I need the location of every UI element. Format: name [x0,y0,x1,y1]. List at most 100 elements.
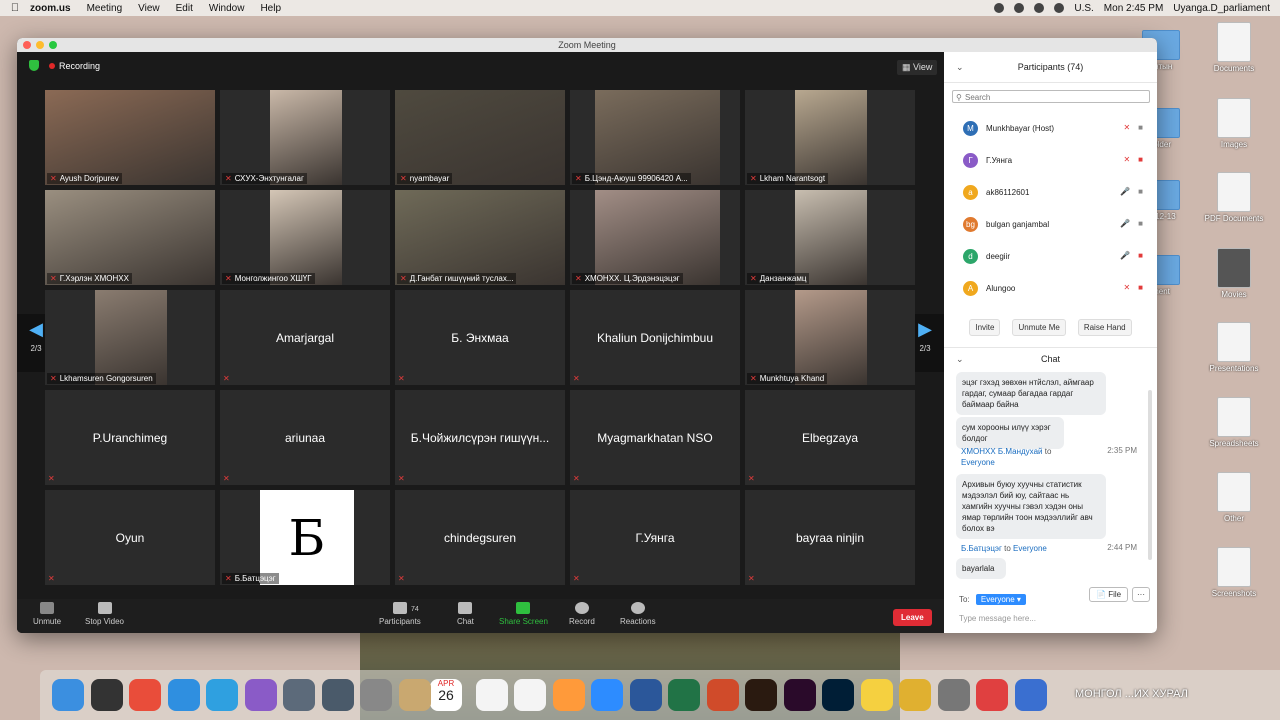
participant-tile[interactable]: ✕ Lkhamsuren Gongorsuren [45,290,215,385]
dock-app-icon[interactable] [976,679,1008,711]
zoom-icon[interactable] [49,41,57,49]
dock-app-icon[interactable] [860,679,893,711]
participant-tile[interactable]: Oyun ✕ [45,490,215,585]
dock-app-icon[interactable] [552,679,585,711]
participant-tile[interactable]: P.Uranchimeg ✕ [45,390,215,485]
desktop-icon-other[interactable]: Other [1195,472,1273,523]
participant-tile[interactable]: ✕ Монголжингоо ХШҮГ [220,190,390,285]
chevron-down-icon[interactable]: ⌄ [956,52,964,82]
dock-app-icon[interactable] [360,679,392,711]
desktop-icon-presentations[interactable]: Presentations [1195,322,1273,373]
desktop-icon-movies[interactable]: Movies [1195,248,1273,299]
participant-tile[interactable]: ✕ Б.Цэнд-Аюуш 99906420 А... [570,90,740,185]
dock-app-icon[interactable] [244,679,277,711]
dock-app-icon[interactable] [822,679,854,711]
dock-app-icon[interactable] [398,679,431,711]
menu-edit[interactable]: Edit [176,3,193,14]
wifi-icon[interactable] [1034,3,1045,13]
dock-app-icon[interactable] [475,679,508,711]
dock-app-icon[interactable] [129,679,161,711]
participant-row[interactable]: M Munkhbayar (Host) ✕ ■ [944,112,1157,144]
share-screen-button[interactable]: Share Screen [499,602,548,626]
participant-tile[interactable]: ariunaa ✕ [220,390,390,485]
menu-help[interactable]: Help [260,3,281,14]
desktop-icon-pdf[interactable]: PDF Documents [1195,172,1273,223]
dock-app-icon[interactable] [937,679,970,711]
participant-tile[interactable]: ✕ ХМОНХХ. Ц.Эрдэнэцэцэг [570,190,740,285]
participant-row[interactable]: Г Г.Уянга ✕ ■ [944,144,1157,176]
raise-hand-button[interactable]: Raise Hand [1077,319,1132,336]
stop-video-button[interactable]: Stop Video [85,602,124,626]
recording-indicator[interactable]: Recording [49,61,100,71]
dock-calendar[interactable]: APR 26 [430,679,462,711]
reactions-button[interactable]: Reactions [620,602,656,626]
participant-tile[interactable]: ✕ Munkhtuya Khand [745,290,915,385]
chat-scrollbar[interactable] [1148,390,1152,560]
status-icon[interactable] [1014,3,1025,13]
user-name[interactable]: Uyanga.D_parliament [1173,3,1270,14]
dock-app-icon[interactable] [1014,679,1047,711]
participant-tile[interactable]: chindegsuren ✕ [395,490,565,585]
participant-tile[interactable]: Б. Энхмаа ✕ [395,290,565,385]
dock-app-icon[interactable] [629,679,662,711]
desktop-icon-screenshots[interactable]: Screenshots [1195,547,1273,598]
participant-row[interactable]: A Alungoo ✕ ■ [944,272,1157,304]
participant-row[interactable]: a ak86112601 🎤 ■ [944,176,1157,208]
close-icon[interactable] [23,41,31,49]
dock-app-icon[interactable] [52,679,84,711]
participant-tile[interactable]: bayraa ninjin ✕ [745,490,915,585]
dock-app-icon[interactable] [321,679,354,711]
desktop-icon-documents[interactable]: Documents [1195,22,1273,73]
participant-tile[interactable]: Khaliun Donijchimbuu ✕ [570,290,740,385]
unmute-me-button[interactable]: Unmute Me [1012,319,1066,336]
record-button[interactable]: Record [569,602,595,626]
dock-app-icon[interactable] [668,679,700,711]
participant-tile[interactable]: Г.Уянга ✕ [570,490,740,585]
dock-app-icon[interactable] [899,679,931,711]
dock-app-icon[interactable] [706,679,739,711]
recipient-dropdown[interactable]: Everyone ▾ [975,594,1026,605]
participant-tile[interactable]: ✕ СХУХ-Энхтунгалаг [220,90,390,185]
dock-app-icon[interactable] [514,679,546,711]
more-button[interactable]: ··· [1132,587,1150,602]
chat-message-input[interactable]: Type message here... [959,614,1036,623]
participant-search-input[interactable]: ⚲ Search [952,90,1150,103]
invite-button[interactable]: Invite [969,319,1001,336]
clock[interactable]: Mon 2:45 PM [1104,3,1163,14]
dock-app-icon[interactable] [745,679,777,711]
unmute-button[interactable]: Unmute [33,602,61,626]
chevron-down-icon[interactable]: ⌄ [956,348,964,370]
participant-tile[interactable]: ✕ Ayush Dorjpurev [45,90,215,185]
participant-tile[interactable]: ✕ Данзанжамц [745,190,915,285]
leave-button[interactable]: Leave [893,609,932,626]
participant-tile[interactable]: Myagmarkhatan NSO ✕ [570,390,740,485]
dock-app-icon[interactable] [591,679,623,711]
menu-window[interactable]: Window [209,3,245,14]
shield-icon[interactable] [29,60,39,71]
participant-tile[interactable]: ✕ nyambayar [395,90,565,185]
dock-app-icon[interactable] [283,679,315,711]
status-icon[interactable] [994,3,1005,13]
desktop-icon-spreadsheets[interactable]: Spreadsheets [1195,397,1273,448]
menu-meeting[interactable]: Meeting [87,3,123,14]
window-titlebar[interactable]: Zoom Meeting [17,38,1157,52]
desktop-icon-images[interactable]: Images [1195,98,1273,149]
menu-app[interactable]: zoom.us [30,3,71,14]
apple-icon[interactable]:  [0,2,30,14]
dock-app-icon[interactable] [206,679,238,711]
menu-view[interactable]: View [138,3,160,14]
view-button[interactable]: ▦ View [897,60,938,75]
participant-tile[interactable]: Amarjargal ✕ [220,290,390,385]
chat-button[interactable]: Chat [457,602,474,626]
participant-tile[interactable]: ✕ Lkham Narantsogt [745,90,915,185]
dock-app-icon[interactable] [167,679,200,711]
dock-app-icon[interactable] [783,679,816,711]
participant-tile[interactable]: Б.Чойжилсүрэн гишүүн... ✕ [395,390,565,485]
input-source[interactable]: U.S. [1074,3,1093,14]
participant-row[interactable]: bg bulgan ganjambal 🎤 ■ [944,208,1157,240]
participant-row[interactable]: d deegiir 🎤 ■ [944,240,1157,272]
participant-tile[interactable]: ✕ Г.Хэрлэн ХМОНХХ [45,190,215,285]
participant-tile[interactable]: ✕ Д.Ганбат гишүүний туслах... [395,190,565,285]
participant-tile[interactable]: Б ✕ Б.Батцэцэг [220,490,390,585]
minimize-icon[interactable] [36,41,44,49]
